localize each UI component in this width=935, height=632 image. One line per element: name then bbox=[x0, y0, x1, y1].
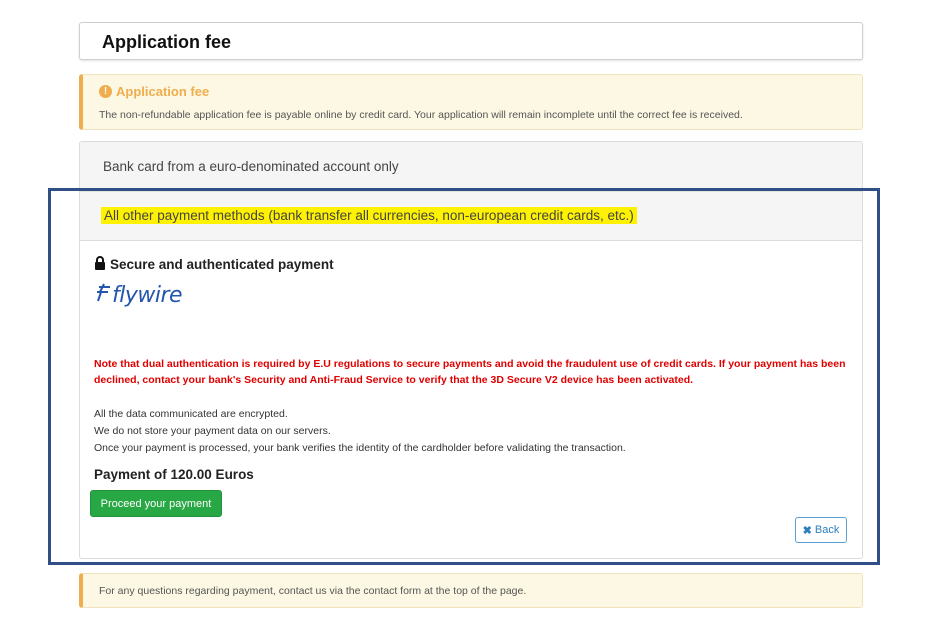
flywire-logo-text: flywire bbox=[112, 282, 183, 308]
secure-payment-title: Secure and authenticated payment bbox=[110, 257, 334, 272]
lock-icon bbox=[94, 256, 106, 273]
secure-payment-heading: Secure and authenticated payment bbox=[94, 256, 334, 273]
fee-warning-alert: ! Application fee The non-refundable app… bbox=[79, 74, 863, 130]
info-line: We do not store your payment data on our… bbox=[94, 425, 331, 437]
contact-info-alert: For any questions regarding payment, con… bbox=[79, 573, 863, 608]
exclamation-circle-icon: ! bbox=[99, 85, 112, 98]
data-security-info: All the data communicated are encrypted.… bbox=[94, 406, 854, 457]
payment-amount: Payment of 120.00 Euros bbox=[94, 467, 254, 482]
back-button[interactable]: ✖ Back bbox=[795, 517, 847, 543]
flywire-mark-icon bbox=[97, 282, 111, 308]
proceed-payment-button[interactable]: Proceed your payment bbox=[90, 490, 222, 517]
accordion-option-other-methods[interactable]: All other payment methods (bank transfer… bbox=[80, 192, 862, 241]
accordion-option-label-highlighted: All other payment methods (bank transfer… bbox=[101, 207, 637, 224]
authentication-note: Note that dual authentication is require… bbox=[94, 358, 846, 386]
contact-info-text: For any questions regarding payment, con… bbox=[99, 585, 527, 597]
back-button-label: Back bbox=[814, 524, 840, 536]
flywire-logo: flywire bbox=[97, 282, 183, 308]
page-title: Application fee bbox=[102, 32, 232, 52]
alert-title: Application fee bbox=[116, 84, 210, 99]
accordion-option-label: Bank card from a euro-denominated accoun… bbox=[103, 159, 399, 174]
alert-text: The non-refundable application fee is pa… bbox=[99, 109, 743, 121]
accordion-option-euro-card[interactable]: Bank card from a euro-denominated accoun… bbox=[80, 142, 862, 192]
close-icon: ✖ bbox=[802, 524, 812, 537]
page-header-card: Application fee bbox=[79, 22, 863, 60]
info-line: All the data communicated are encrypted. bbox=[94, 408, 288, 420]
info-line: Once your payment is processed, your ban… bbox=[94, 442, 626, 454]
alert-header: ! Application fee bbox=[99, 84, 209, 99]
